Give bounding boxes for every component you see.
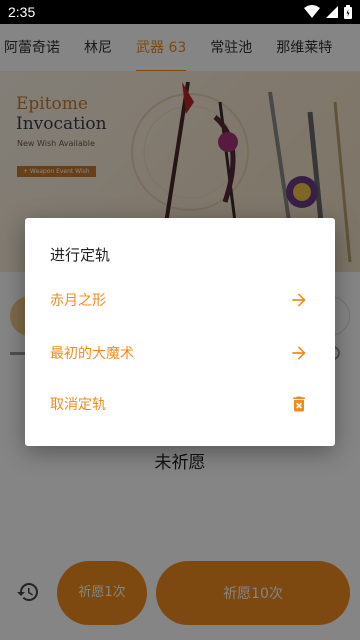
signal-icon xyxy=(326,6,338,18)
dialog-title: 进行定轨 xyxy=(50,246,111,264)
cancel-course-option[interactable]: 取消定轨 xyxy=(25,378,335,430)
status-bar: 2:35 xyxy=(0,0,360,24)
course-option-2[interactable]: 最初的大魔术 xyxy=(25,327,335,379)
cancel-course-label: 取消定轨 xyxy=(50,397,106,413)
course-option-1-label: 赤月之形 xyxy=(50,293,106,309)
battery-icon xyxy=(344,5,352,19)
course-option-2-label: 最初的大魔术 xyxy=(50,346,134,362)
arrow-right-icon xyxy=(288,289,310,311)
status-time: 2:35 xyxy=(8,4,36,20)
delete-icon xyxy=(288,393,310,415)
epitomized-path-dialog: 进行定轨 赤月之形 最初的大魔术 取消定轨 xyxy=(25,218,335,446)
course-option-1[interactable]: 赤月之形 xyxy=(25,274,335,326)
arrow-right-icon xyxy=(288,342,310,364)
wifi-icon xyxy=(304,5,320,18)
status-icons xyxy=(304,5,352,19)
